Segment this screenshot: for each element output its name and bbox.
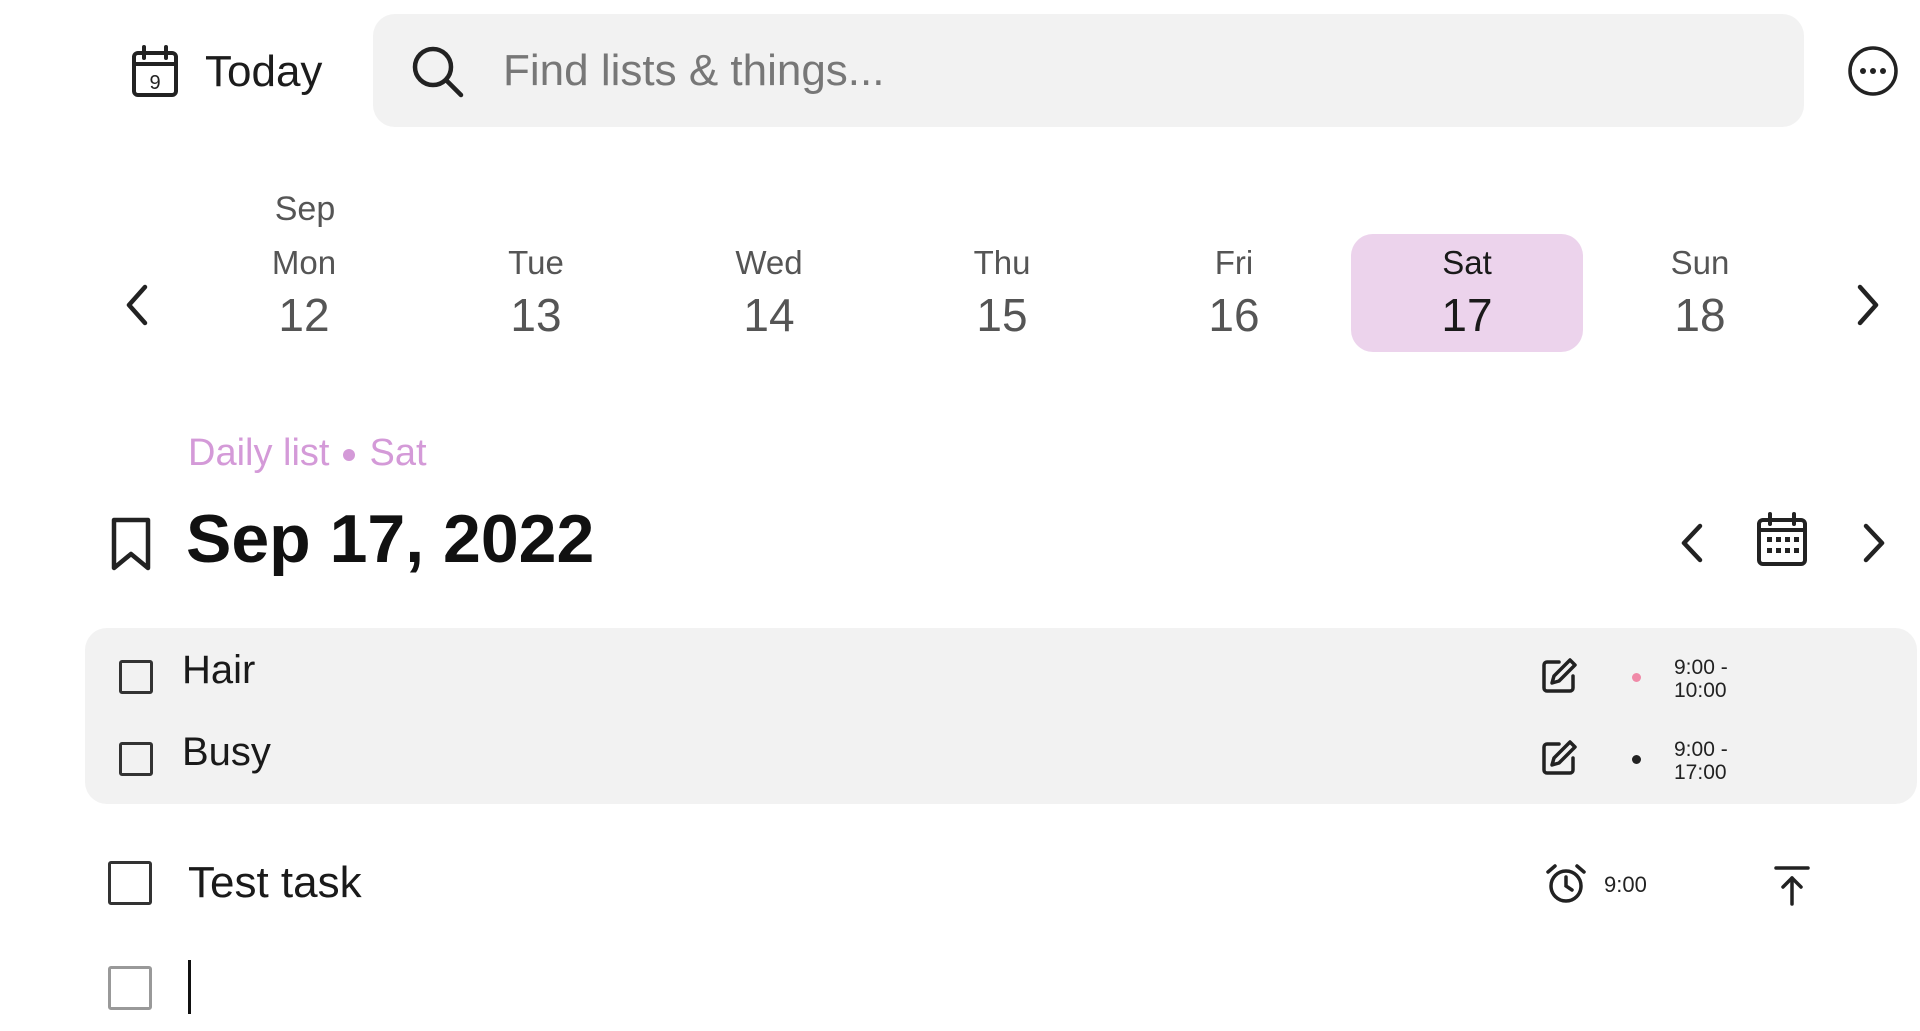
- top-bar: 9 Today: [0, 0, 1920, 140]
- day-wed[interactable]: Wed 14: [653, 234, 885, 352]
- calendar-picker-icon[interactable]: [1756, 512, 1808, 568]
- day-sat-selected[interactable]: Sat 17: [1351, 234, 1583, 352]
- bookmark-icon[interactable]: [108, 516, 154, 572]
- next-day-chevron-icon[interactable]: [1852, 518, 1894, 568]
- task-checkbox[interactable]: [108, 861, 152, 905]
- event-time-start: 9:00 -: [1674, 656, 1728, 679]
- day-name: Mon: [271, 244, 337, 281]
- edit-icon[interactable]: [1539, 738, 1579, 778]
- day-name: Wed: [735, 244, 803, 281]
- list-subtitle: Daily list Sat: [188, 432, 427, 475]
- day-name: Sun: [1670, 244, 1730, 281]
- events-panel: Hair 9:00 - 10:00 Busy 9:00 - 17:00: [85, 628, 1917, 804]
- week-strip: Sep Mon 12 Tue 13 Wed 14 Thu 15 Fri 16 S…: [0, 180, 1920, 360]
- event-title: Hair: [182, 648, 256, 692]
- new-task-checkbox[interactable]: [108, 966, 152, 1010]
- today-label: Today: [205, 47, 323, 96]
- day-tue[interactable]: Tue 13: [420, 234, 652, 352]
- day-thu[interactable]: Thu 15: [886, 234, 1118, 352]
- event-title: Busy: [182, 730, 271, 774]
- day-mon[interactable]: Mon 12: [188, 234, 420, 352]
- list-type-label: Daily list: [188, 432, 330, 474]
- event-time: 9:00 - 17:00: [1674, 738, 1728, 784]
- separator-dot: [343, 448, 356, 461]
- day-fri[interactable]: Fri 16: [1118, 234, 1350, 352]
- week-prev-chevron-icon[interactable]: [115, 275, 159, 335]
- event-time-end: 10:00: [1674, 679, 1727, 702]
- event-time-start: 9:00 -: [1674, 738, 1728, 761]
- move-to-top-icon[interactable]: [1772, 864, 1812, 908]
- event-time: 9:00 - 10:00: [1674, 656, 1728, 702]
- event-checkbox[interactable]: [119, 742, 153, 776]
- list-day-label: Sat: [369, 432, 427, 474]
- day-name: Tue: [508, 244, 564, 281]
- event-color-dot: [1632, 755, 1641, 764]
- more-options-icon[interactable]: [1846, 44, 1900, 98]
- day-number: 18: [1674, 289, 1726, 341]
- month-label: Sep: [274, 190, 336, 228]
- event-checkbox[interactable]: [119, 660, 153, 694]
- day-sun[interactable]: Sun 18: [1584, 234, 1816, 352]
- today-button[interactable]: 9 Today: [130, 42, 322, 102]
- day-number: 16: [1208, 289, 1260, 341]
- day-number: 13: [510, 289, 562, 341]
- task-title[interactable]: Test task: [188, 858, 362, 908]
- day-number: 17: [1441, 289, 1493, 341]
- prev-day-chevron-icon[interactable]: [1672, 518, 1714, 568]
- day-number: 15: [976, 289, 1028, 341]
- task-reminder-time: 9:00: [1604, 872, 1647, 897]
- alarm-icon[interactable]: [1544, 862, 1588, 906]
- day-number: 12: [278, 289, 330, 341]
- edit-icon[interactable]: [1539, 656, 1579, 696]
- new-task-input[interactable]: [186, 960, 1690, 1018]
- day-name: Thu: [973, 244, 1031, 281]
- event-row[interactable]: Busy 9:00 - 17:00: [85, 716, 1917, 796]
- day-number: 14: [743, 289, 795, 341]
- event-time-end: 17:00: [1674, 761, 1727, 784]
- list-title: Sep 17, 2022: [186, 501, 595, 577]
- event-color-dot: [1632, 673, 1641, 682]
- text-caret: [188, 960, 191, 1014]
- new-task-row[interactable]: [108, 958, 1908, 1018]
- day-name: Sat: [1442, 244, 1492, 281]
- calendar-today-day: 9: [149, 72, 160, 94]
- search-bar[interactable]: [373, 14, 1804, 127]
- event-row[interactable]: Hair 9:00 - 10:00: [85, 634, 1917, 714]
- day-name: Fri: [1214, 244, 1254, 281]
- calendar-today-icon: 9: [132, 45, 178, 97]
- task-row[interactable]: Test task 9:00: [108, 858, 1908, 938]
- week-next-chevron-icon[interactable]: [1846, 275, 1890, 335]
- search-icon: [412, 46, 464, 97]
- search-input[interactable]: [501, 44, 1705, 97]
